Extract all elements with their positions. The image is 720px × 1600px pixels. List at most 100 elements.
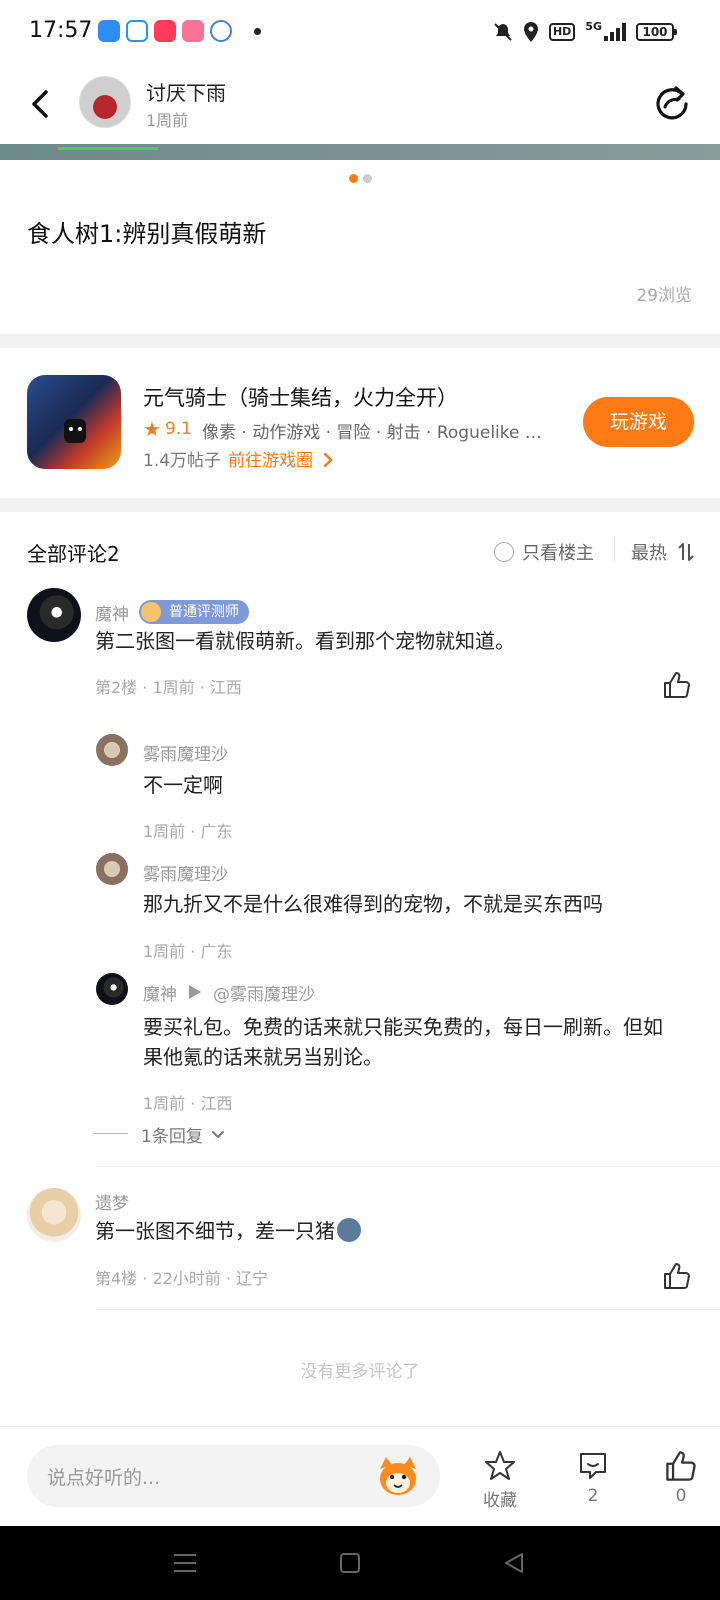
favorite-button[interactable] — [470, 1449, 530, 1487]
game-icon[interactable] — [27, 375, 121, 469]
reply-text-line2: 果他氪的话来就另当别论。 — [143, 1045, 383, 1069]
separator — [614, 536, 615, 562]
game-rating: ★ 9.1 — [143, 417, 192, 441]
like-post-button[interactable] — [651, 1449, 711, 1487]
comment-text: 第一张图不细节，差一只猪 — [95, 1216, 361, 1246]
app-notification-icon — [154, 20, 176, 42]
game-post-count: 1.4万帖子 — [143, 451, 222, 471]
commenter-avatar[interactable] — [27, 1188, 81, 1242]
emoji-icon — [337, 1218, 361, 1242]
system-nav-bar — [0, 1526, 720, 1600]
game-tags: 像素 · 动作游戏 · 冒险 · 射击 · Roguelike … — [202, 423, 542, 443]
comment-icon — [580, 1453, 606, 1479]
status-indicators: HD 5G 100 — [493, 19, 677, 44]
status-bar: 17:57 HD 5G 100 — [0, 0, 720, 64]
share-icon — [656, 86, 688, 120]
reply-to-mention[interactable]: @雾雨魔理沙 — [213, 980, 315, 1005]
badge-label: 普通评测师 — [169, 604, 239, 620]
reviewer-badge: 普通评测师 — [139, 600, 249, 624]
carousel-dot — [363, 174, 372, 183]
game-title[interactable]: 元气骑士（骑士集结，火力全开） — [143, 382, 458, 412]
comment-input-placeholder: 说点好听的... — [47, 1467, 161, 1489]
comment-meta: 第2楼 · 1周前 · 江西 — [95, 678, 242, 697]
reply-text-line1: 要买礼包。免费的话来就只能买免费的，每日一刷新。但如 — [143, 1015, 663, 1039]
reply-meta: 1周前 · 江西 — [143, 1094, 233, 1113]
back-button[interactable] — [24, 84, 60, 124]
comment-text: 第二张图一看就假萌新。看到那个宠物就知道。 — [95, 629, 515, 653]
signal-icon — [604, 23, 626, 41]
reply-text: 那九折又不是什么很难得到的宠物，不就是买东西吗 — [143, 892, 603, 916]
app-notification-icon — [98, 20, 120, 42]
like-button[interactable] — [662, 670, 692, 700]
expand-line — [94, 1133, 128, 1134]
comment-count: 2 — [587, 1486, 599, 1506]
goto-label: 前往游戏圈 — [228, 451, 313, 471]
star-icon: ★ — [143, 417, 161, 441]
author-avatar[interactable] — [79, 76, 131, 128]
chevron-left-icon — [32, 90, 48, 118]
section-divider — [0, 498, 720, 512]
post-title: 食人树1:辨别真假萌新 — [27, 220, 267, 248]
expand-replies-button[interactable]: 1条回复 — [141, 1122, 225, 1147]
like-button[interactable] — [662, 1261, 692, 1291]
hd-badge: HD — [548, 23, 576, 41]
expand-label: 1条回复 — [141, 1127, 203, 1147]
comment-text-content: 第一张图不细节，差一只猪 — [95, 1219, 335, 1243]
location-icon — [523, 22, 538, 42]
reply-text: 不一定啊 — [143, 773, 223, 797]
reply-name[interactable]: 雾雨魔理沙 — [143, 860, 228, 885]
status-time: 17:57 — [29, 18, 93, 43]
reply-meta: 1周前 · 广东 — [143, 822, 233, 841]
menu-icon[interactable] — [173, 1552, 197, 1574]
mute-icon — [494, 23, 512, 41]
network-label: 5G — [585, 19, 602, 33]
sort-button[interactable]: 最热 — [631, 539, 695, 565]
play-game-button[interactable]: 玩游戏 — [583, 397, 694, 447]
comment-divider — [96, 1309, 720, 1310]
badge-icon — [141, 602, 161, 622]
battery-icon: 100 — [636, 23, 677, 41]
mascot-emoji-icon[interactable] — [376, 1455, 420, 1497]
commenter-avatar[interactable] — [27, 588, 81, 642]
reply-meta: 1周前 · 广东 — [143, 942, 233, 961]
reply-avatar[interactable] — [96, 973, 128, 1005]
reply-avatar[interactable] — [96, 853, 128, 885]
radio-icon — [494, 542, 514, 562]
goto-game-circle-link[interactable]: 前往游戏圈 — [228, 446, 334, 471]
like-count: 0 — [675, 1486, 687, 1506]
comment-button[interactable] — [563, 1449, 623, 1487]
view-count: 29浏览 — [636, 286, 692, 306]
comment-divider — [96, 1166, 720, 1167]
post-image-carousel[interactable] — [0, 144, 720, 160]
app-notification-icon — [182, 20, 204, 42]
reply-name[interactable]: 雾雨魔理沙 — [143, 740, 228, 765]
thumbs-up-icon — [664, 1263, 690, 1289]
more-notifications-icon — [254, 28, 261, 35]
commenter-name[interactable]: 魔神 — [95, 600, 129, 625]
reply-avatar[interactable] — [96, 734, 128, 766]
thumbs-up-icon — [666, 1451, 696, 1481]
favorite-label: 收藏 — [483, 1491, 517, 1511]
comments-title: 全部评论2 — [27, 542, 120, 566]
app-notification-icon — [210, 20, 232, 42]
star-outline-icon — [485, 1451, 515, 1480]
post-time: 1周前 — [146, 111, 189, 130]
reply-arrow-icon — [189, 985, 201, 999]
home-icon[interactable] — [339, 1552, 361, 1574]
sort-label: 最热 — [631, 543, 667, 564]
chevron-down-icon — [211, 1130, 224, 1138]
rating-value: 9.1 — [164, 419, 192, 439]
section-divider — [0, 334, 720, 348]
back-nav-icon[interactable] — [503, 1552, 525, 1574]
comment-meta: 第4楼 · 22小时前 · 辽宁 — [95, 1269, 269, 1288]
reply-name[interactable]: 魔神 — [143, 980, 177, 1005]
author-name[interactable]: 讨厌下雨 — [146, 77, 226, 106]
thumbs-up-icon — [664, 672, 690, 698]
commenter-name[interactable]: 遗梦 — [95, 1189, 129, 1214]
only-op-toggle[interactable]: 只看楼主 — [494, 539, 594, 565]
sort-icon — [678, 543, 694, 561]
app-notification-icon — [126, 20, 148, 42]
carousel-dot-active — [349, 174, 358, 183]
chevron-right-icon — [324, 452, 333, 468]
share-button[interactable] — [652, 82, 692, 122]
